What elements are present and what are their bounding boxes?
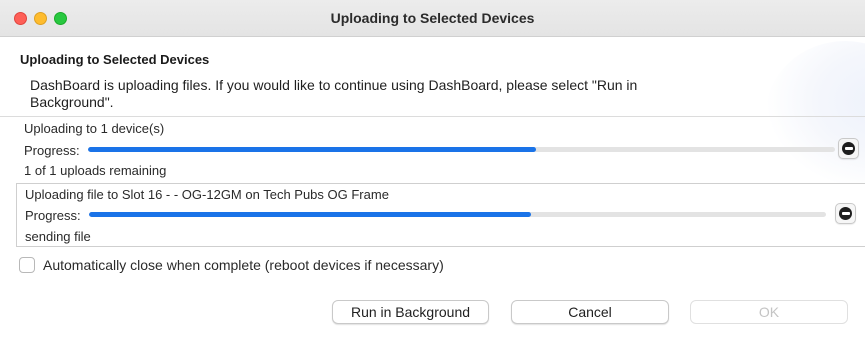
auto-close-checkbox[interactable] [19, 257, 35, 273]
stop-file-upload-button[interactable] [835, 203, 856, 224]
stop-all-uploads-button[interactable] [838, 138, 859, 159]
auto-close-label[interactable]: Automatically close when complete (reboo… [43, 257, 444, 273]
overall-progress-label: Progress: [24, 143, 80, 158]
stop-circle-icon [839, 207, 852, 220]
stop-circle-icon [842, 142, 855, 155]
header-divider [0, 116, 865, 117]
file-progress-bar [89, 212, 826, 217]
cancel-button[interactable]: Cancel [511, 300, 669, 324]
header-title: Uploading to Selected Devices [20, 52, 210, 67]
window-title: Uploading to Selected Devices [330, 10, 535, 26]
overall-progress-bar [88, 147, 835, 152]
upload-dialog: Uploading to Selected Devices Uploading … [0, 0, 865, 349]
header-panel: Uploading to Selected Devices DashBoard … [0, 37, 865, 191]
header-message: DashBoard is uploading files. If you wou… [30, 77, 638, 110]
overall-progress-fill [88, 147, 537, 152]
file-progress-label: Progress: [25, 208, 81, 223]
file-progress-fill [89, 212, 532, 217]
uploads-remaining-label: 1 of 1 uploads remaining [24, 163, 167, 178]
title-bar: Uploading to Selected Devices [0, 0, 865, 37]
run-in-background-button[interactable]: Run in Background [332, 300, 489, 324]
ok-button[interactable]: OK [690, 300, 848, 324]
file-status-label: sending file [25, 229, 91, 244]
file-upload-label: Uploading file to Slot 16 - - OG-12GM on… [25, 187, 389, 202]
device-count-label: Uploading to 1 device(s) [24, 121, 165, 136]
